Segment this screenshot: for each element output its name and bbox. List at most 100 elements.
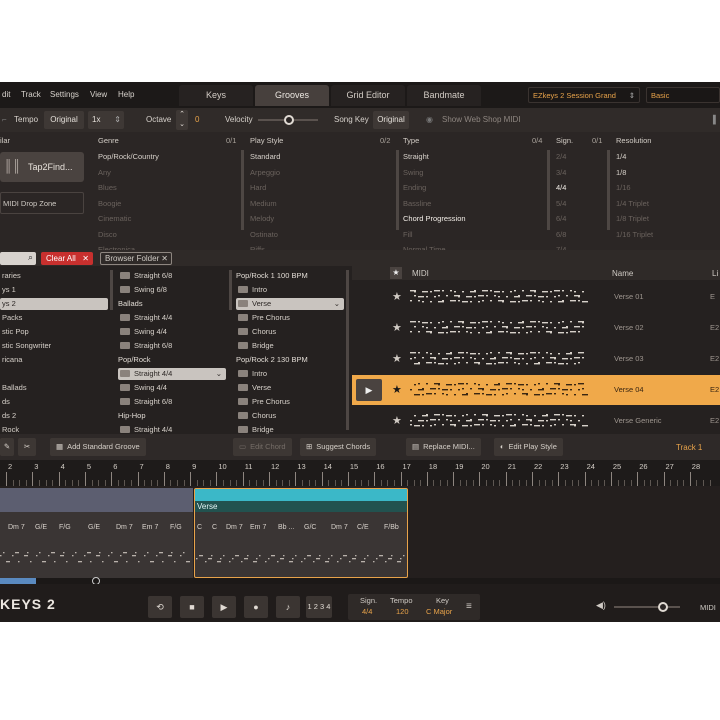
velocity-knob[interactable] bbox=[284, 115, 294, 125]
folder-item[interactable]: Bridge bbox=[236, 340, 344, 352]
midi-row[interactable]: ★ Verse 03 E2 bbox=[352, 344, 720, 374]
folder-item[interactable]: Straight 6/8 bbox=[118, 270, 226, 282]
genre-item[interactable]: Cinematic bbox=[98, 214, 131, 223]
sign-item[interactable]: 5/4 bbox=[556, 199, 566, 208]
library-item[interactable]: ricana bbox=[0, 354, 108, 366]
genre-item[interactable]: Boogie bbox=[98, 199, 121, 208]
sign-value[interactable]: 4/4 bbox=[362, 607, 372, 616]
speed-select[interactable]: 1x ⇕ bbox=[88, 111, 124, 129]
metronome-button[interactable]: ♪ bbox=[276, 596, 300, 618]
tempo-select[interactable]: Original bbox=[44, 111, 84, 129]
folder-item[interactable]: Straight 6/8 bbox=[118, 396, 226, 408]
loop-button[interactable]: ⟲ bbox=[148, 596, 172, 618]
chord-label[interactable]: Dm 7 bbox=[8, 524, 25, 531]
genre-item[interactable]: Blues bbox=[98, 183, 117, 192]
folder-item[interactable]: Straight 4/4 ⌄ bbox=[118, 368, 226, 380]
play_style-item[interactable]: Arpeggio bbox=[250, 168, 280, 177]
folder-item[interactable]: Intro bbox=[236, 284, 344, 296]
chord-label[interactable]: Dm 7 bbox=[331, 524, 348, 531]
chord-label[interactable]: C bbox=[212, 524, 217, 531]
velocity-slider[interactable] bbox=[258, 115, 318, 125]
folder-item[interactable]: Pre Chorus bbox=[236, 396, 344, 408]
menu-icon[interactable]: ≡ bbox=[466, 601, 472, 612]
instrument-select[interactable]: EZkeys 2 Session Grand ⇕ bbox=[528, 87, 640, 103]
star-icon[interactable]: ★ bbox=[392, 321, 402, 334]
resolution-item[interactable]: 1/16 bbox=[616, 183, 631, 192]
add-groove-button[interactable]: ▦ Add Standard Groove bbox=[50, 438, 146, 456]
resolution-item[interactable]: 1/4 Triplet bbox=[616, 199, 649, 208]
play_style-item[interactable]: Melody bbox=[250, 214, 274, 223]
volume-slider[interactable] bbox=[614, 602, 680, 612]
stop-button[interactable]: ■ bbox=[180, 596, 204, 618]
region-previous-header[interactable] bbox=[0, 488, 193, 512]
resolution-item[interactable]: 1/8 bbox=[616, 168, 626, 177]
type-item[interactable]: Straight bbox=[403, 152, 429, 161]
library-item[interactable]: stic Pop bbox=[0, 326, 108, 338]
collapse-right-icon[interactable]: ▐ bbox=[710, 115, 716, 124]
edit-chord-button[interactable]: ▭ Edit Chord bbox=[233, 438, 292, 456]
type-item[interactable]: Swing bbox=[403, 168, 423, 177]
type-item[interactable]: Bassline bbox=[403, 199, 431, 208]
volume-knob[interactable] bbox=[658, 602, 668, 612]
pencil-button[interactable]: ✎ bbox=[0, 438, 14, 456]
library-item[interactable]: stic Songwriter bbox=[0, 340, 108, 352]
folder-item[interactable]: Verse ⌄ bbox=[236, 298, 344, 310]
playstyle-scrollbar[interactable] bbox=[396, 150, 399, 230]
library-item[interactable]: Packs bbox=[0, 312, 108, 324]
tab-grid-editor[interactable]: Grid Editor bbox=[331, 85, 405, 106]
chord-label[interactable]: Em 7 bbox=[142, 524, 158, 531]
folder-item[interactable]: Swing 4/4 bbox=[118, 382, 226, 394]
star-header-icon[interactable]: ★ bbox=[390, 267, 402, 279]
folder-item[interactable]: Verse bbox=[236, 382, 344, 394]
tab-keys[interactable]: Keys bbox=[179, 85, 253, 106]
timeline-ruler[interactable]: 2 3 4 5 6 7 8 9 10 11 12 13 14 15 16 17 18 19 20 21 22 23 24 25… bbox=[0, 460, 720, 486]
play-preview-button[interactable]: ▶ bbox=[356, 379, 382, 401]
type-item[interactable]: Fill bbox=[403, 230, 413, 239]
play_style-item[interactable]: Standard bbox=[250, 152, 280, 161]
chord-label[interactable]: Em 7 bbox=[250, 524, 266, 531]
library-item[interactable]: Ballads bbox=[0, 382, 108, 394]
midi-row[interactable]: ★ Verse Generic E2 bbox=[352, 406, 720, 436]
library-item[interactable]: ds 2 bbox=[0, 410, 108, 422]
midi-row[interactable]: ▶ ★ Verse 04 E2 bbox=[352, 375, 720, 405]
record-button[interactable]: ● bbox=[244, 596, 268, 618]
type-item[interactable]: Chord Progression bbox=[403, 214, 466, 223]
tab-grooves[interactable]: Grooves bbox=[255, 85, 329, 106]
chord-label[interactable]: G/C bbox=[304, 524, 316, 531]
genre-scrollbar[interactable] bbox=[241, 150, 244, 230]
folder-item[interactable]: Straight 6/8 bbox=[118, 340, 226, 352]
chord-label[interactable]: Dm 7 bbox=[226, 524, 243, 531]
library-scrollbar[interactable] bbox=[110, 270, 113, 310]
key-value[interactable]: C Major bbox=[426, 607, 452, 616]
library-item[interactable]: ds bbox=[0, 396, 108, 408]
sign-item[interactable]: 2/4 bbox=[556, 152, 566, 161]
style-scrollbar[interactable] bbox=[229, 270, 232, 310]
chord-label[interactable]: F/G bbox=[170, 524, 182, 531]
genre-item[interactable]: Any bbox=[98, 168, 111, 177]
folder-item[interactable]: Swing 6/8 bbox=[118, 284, 226, 296]
suggest-chords-button[interactable]: ⊞ Suggest Chords bbox=[300, 438, 377, 456]
star-icon[interactable]: ★ bbox=[392, 414, 402, 427]
count-in-button[interactable]: 1 2 3 4 bbox=[306, 596, 332, 618]
genre-item[interactable]: Pop/Rock/Country bbox=[98, 152, 159, 161]
midi-drop-zone[interactable]: MIDI Drop Zone bbox=[0, 192, 84, 214]
chord-label[interactable]: Bb ... bbox=[278, 524, 294, 531]
sign-scrollbar[interactable] bbox=[607, 150, 610, 230]
star-icon[interactable]: ★ bbox=[392, 383, 402, 396]
library-item[interactable]: ys 2 bbox=[0, 298, 108, 310]
chord-label[interactable]: F/Bb bbox=[384, 524, 399, 531]
webshop-toggle[interactable]: Show Web Shop MIDI bbox=[442, 115, 521, 124]
tempo-value[interactable]: 120 bbox=[396, 607, 409, 616]
tap2find-button[interactable]: ║║ Tap2Find... bbox=[0, 152, 84, 182]
collapse-icon[interactable]: ⌐ bbox=[2, 115, 7, 124]
folder-item[interactable]: Swing 4/4 bbox=[118, 326, 226, 338]
tab-bandmate[interactable]: Bandmate bbox=[407, 85, 481, 106]
chord-label[interactable]: Dm 7 bbox=[116, 524, 133, 531]
type-item[interactable]: Ending bbox=[403, 183, 426, 192]
sign-item[interactable]: 6/8 bbox=[556, 230, 566, 239]
folder-item[interactable]: Chorus bbox=[236, 326, 344, 338]
folder-item[interactable]: Intro bbox=[236, 368, 344, 380]
search-input[interactable]: ⌕ bbox=[0, 252, 36, 265]
songkey-select[interactable]: Original bbox=[373, 111, 409, 129]
star-icon[interactable]: ★ bbox=[392, 352, 402, 365]
